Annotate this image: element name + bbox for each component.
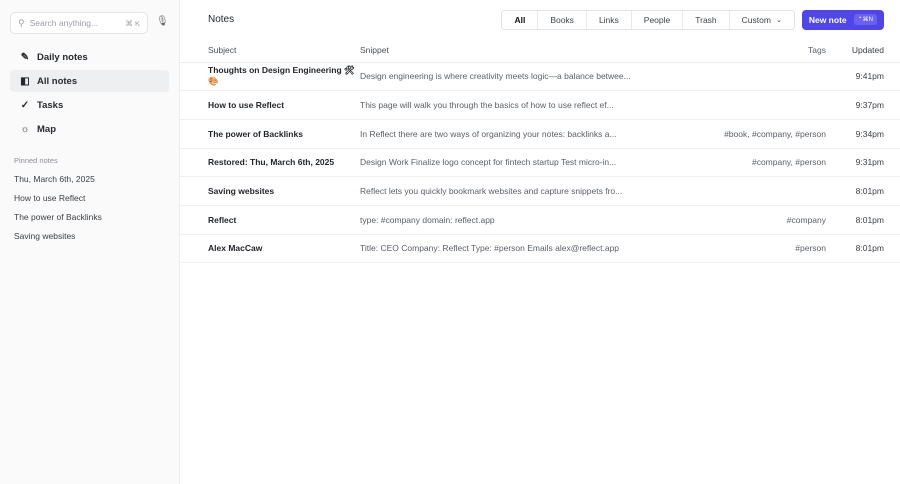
tab-label: Trash: [695, 14, 717, 25]
table-row[interactable]: Reflect type: #company domain: reflect.ap…: [180, 205, 900, 235]
note-snippet: Design Work Finalize logo concept for fi…: [360, 148, 699, 178]
note-tags: #company: [698, 205, 826, 235]
note-updated: 8:01pm: [826, 234, 900, 264]
pinned-note[interactable]: Thu, March 6th, 2025: [10, 174, 169, 184]
sidebar-item-label: Map: [37, 123, 56, 135]
note-icon: ◧: [20, 75, 30, 87]
column-updated[interactable]: Updated: [826, 39, 900, 63]
note-snippet: type: #company domain: reflect.app: [360, 205, 699, 235]
tab-label: Custom: [741, 14, 771, 25]
check-circle-icon: ✓: [20, 99, 30, 111]
note-updated: 8:01pm: [826, 205, 900, 235]
note-tags: #company, #person: [698, 148, 826, 178]
table-row[interactable]: How to use Reflect This page will walk yo…: [180, 90, 900, 120]
tab-custom[interactable]: Custom ⌄: [730, 11, 794, 29]
sidebar-item-daily-notes[interactable]: ✎ Daily notes: [10, 46, 169, 68]
table-row[interactable]: The power of Backlinks In Reflect there a…: [180, 119, 900, 149]
note-snippet: This page will walk you through the basi…: [360, 90, 699, 120]
tab-people[interactable]: People: [632, 10, 684, 29]
note-updated: 8:01pm: [826, 176, 900, 206]
sidebar: ⚲ Search anything... ⌘ K 🎙︎ ✎ Daily notes…: [0, 0, 180, 484]
note-tags: #person: [698, 234, 826, 264]
note-subject: Thoughts on Design Engineering 🛠🎨: [180, 62, 360, 92]
note-subject: How to use Reflect: [180, 90, 360, 120]
search-placeholder: Search anything...: [29, 18, 99, 28]
pinned-note[interactable]: How to use Reflect: [10, 193, 169, 203]
pencil-icon: ✎: [20, 51, 30, 63]
note-tags: [698, 176, 826, 206]
note-snippet: In Reflect there are two ways of organiz…: [360, 119, 699, 149]
note-updated: 9:37pm: [826, 90, 900, 120]
note-subject: Restored: Thu, March 6th, 2025: [180, 148, 360, 178]
sidebar-item-tasks[interactable]: ✓ Tasks: [10, 94, 169, 116]
filter-tabs: All Books Links People Trash Custom ⌄: [501, 9, 795, 30]
note-tags: #book, #company, #person: [698, 119, 826, 149]
note-updated: 9:41pm: [826, 62, 900, 92]
pinned-notes-heading: Pinned notes: [14, 156, 58, 165]
tab-all[interactable]: All: [502, 10, 539, 29]
table-row[interactable]: Saving websites Reflect lets you quickly …: [180, 176, 900, 206]
note-updated: 9:34pm: [826, 119, 900, 149]
note-snippet: Reflect lets you quickly bookmark websit…: [360, 176, 699, 206]
tab-trash[interactable]: Trash: [683, 10, 730, 29]
tab-label: Books: [550, 14, 574, 25]
page-title: Notes: [208, 14, 235, 25]
note-subject: The power of Backlinks: [180, 119, 360, 149]
note-tags: [698, 62, 826, 92]
new-note-shortcut: ⌃⌘N: [853, 14, 877, 25]
note-updated: 9:31pm: [826, 148, 900, 178]
sidebar-item-label: All notes: [37, 75, 78, 87]
note-subject: Alex MacCaw: [180, 234, 360, 264]
search-shortcut: ⌘ K: [125, 18, 140, 28]
new-note-label: New note: [808, 14, 847, 25]
pinned-note[interactable]: The power of Backlinks: [10, 212, 169, 222]
tab-label: All: [514, 14, 526, 25]
chevron-down-icon: ⌄: [775, 16, 782, 24]
tab-books[interactable]: Books: [538, 10, 587, 29]
search-input[interactable]: ⚲ Search anything... ⌘ K: [10, 12, 148, 34]
sidebar-item-map[interactable]: ☼ Map: [10, 118, 169, 140]
note-subject: Reflect: [180, 205, 360, 235]
new-note-button[interactable]: New note ⌃⌘N: [801, 9, 884, 30]
pinned-note[interactable]: Saving websites: [10, 231, 169, 241]
table-row[interactable]: Restored: Thu, March 6th, 2025 Design Wor…: [180, 148, 900, 178]
tab-label: Links: [598, 14, 619, 25]
table-row[interactable]: Alex MacCaw Title: CEO Company: Reflect T…: [180, 234, 900, 264]
tab-links[interactable]: Links: [587, 10, 632, 29]
sidebar-item-all-notes[interactable]: ◧ All notes: [10, 70, 169, 92]
table-row[interactable]: Thoughts on Design Engineering 🛠🎨 Design …: [180, 62, 900, 92]
note-subject: Saving websites: [180, 176, 360, 206]
search-icon: ⚲: [18, 17, 25, 28]
note-tags: [698, 90, 826, 120]
sidebar-item-label: Tasks: [37, 99, 64, 111]
column-snippet[interactable]: Snippet: [360, 39, 699, 63]
main-panel: Notes All Books Links People Trash Custom ⌄ Ne…: [180, 0, 900, 484]
tab-label: People: [643, 14, 671, 25]
microphone-icon[interactable]: 🎙︎: [156, 16, 169, 27]
column-tags[interactable]: Tags: [698, 39, 826, 63]
sidebar-item-label: Daily notes: [37, 51, 88, 63]
column-subject[interactable]: Subject: [180, 39, 360, 63]
notes-table: Subject Snippet Tags Updated Thoughts on…: [180, 39, 900, 264]
sun-map-icon: ☼: [20, 123, 30, 135]
note-snippet: Design engineering is where creativity m…: [360, 62, 699, 92]
note-snippet: Title: CEO Company: Reflect Type: #perso…: [360, 234, 699, 264]
